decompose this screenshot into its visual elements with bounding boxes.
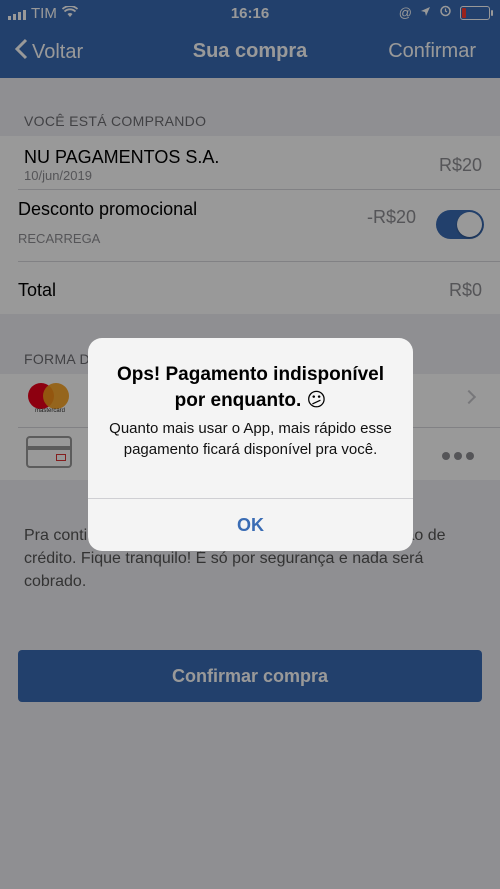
alert-title: Ops! Pagamento indisponível por enquanto…	[116, 364, 385, 411]
alert-ok-button[interactable]: OK	[88, 499, 413, 551]
alert-dialog: Ops! Pagamento indisponível por enquanto…	[88, 338, 413, 551]
alert-message: Quanto mais usar o App, mais rápido esse…	[109, 420, 392, 458]
